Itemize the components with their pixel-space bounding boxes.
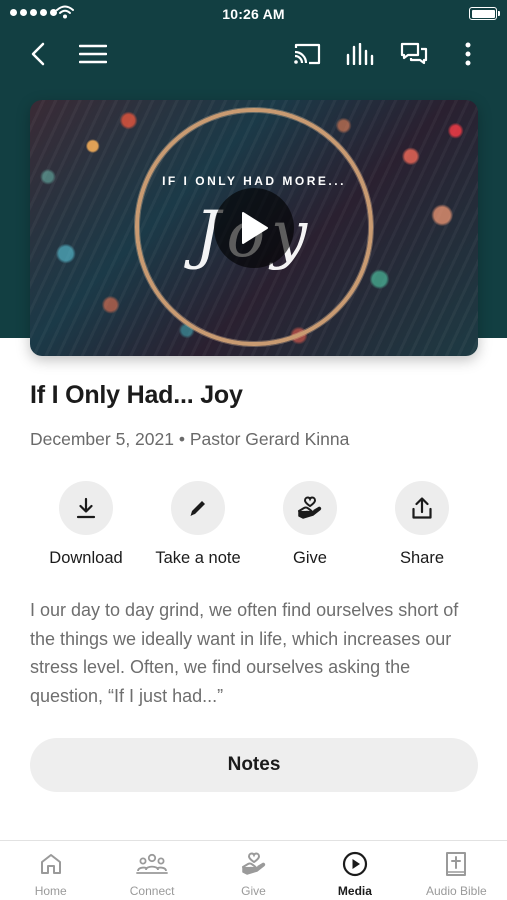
tab-audio-bible-label: Audio Bible: [425, 884, 487, 898]
more-button[interactable]: [450, 36, 486, 72]
tab-connect-label: Connect: [129, 884, 175, 898]
download-icon: [76, 497, 96, 519]
take-note-button-circle: [171, 481, 225, 535]
sermon-meta: December 5, 2021 • Pastor Gerard Kinna: [30, 429, 350, 449]
bible-icon: [446, 852, 467, 876]
status-time: 10:26 AM: [222, 6, 285, 22]
give-label: Give: [293, 549, 327, 567]
bottom-tab-bar: Home Connect Give Media Audio Bible: [0, 840, 507, 900]
take-note-label: Take a note: [155, 549, 241, 567]
action-row: Download Take a note Give Share: [30, 481, 478, 568]
cast-icon: [294, 43, 321, 65]
people-icon: [136, 853, 169, 874]
battery-icon: [469, 7, 500, 20]
download-label: Download: [49, 549, 123, 567]
audio-bars-icon: [346, 43, 374, 65]
more-vertical-icon: [465, 42, 471, 66]
tab-audio-bible[interactable]: Audio Bible: [406, 841, 507, 900]
download-button[interactable]: Download: [30, 481, 142, 568]
play-button[interactable]: [214, 188, 294, 268]
give-button[interactable]: Give: [254, 481, 366, 568]
tab-home-label: Home: [34, 884, 67, 898]
audio-button[interactable]: [342, 36, 378, 72]
share-button-circle: [395, 481, 449, 535]
play-circle-icon: [342, 851, 368, 877]
notes-button[interactable]: Notes: [30, 738, 478, 792]
sermon-video-thumbnail[interactable]: IF I ONLY HAD MORE... Joy: [30, 100, 478, 356]
tab-media-label: Media: [337, 884, 372, 898]
sermon-description: I our day to day grind, we often find ou…: [30, 600, 459, 706]
play-icon: [242, 212, 268, 244]
share-button[interactable]: Share: [366, 481, 478, 568]
share-label: Share: [399, 549, 445, 567]
tab-give-label: Give: [241, 884, 266, 898]
menu-icon: [79, 44, 107, 64]
give-hand-heart-icon: [298, 496, 322, 519]
give-button-circle: [283, 481, 337, 535]
hero-overlay-title: IF I ONLY HAD MORE...: [162, 174, 346, 188]
cast-button[interactable]: [289, 36, 325, 72]
menu-button[interactable]: [75, 36, 111, 72]
tab-media[interactable]: Media: [304, 841, 405, 900]
nav-bar: [0, 30, 507, 76]
back-icon: [31, 42, 45, 66]
status-bar: 10:26 AM: [0, 0, 507, 28]
give-hand-heart-icon: [241, 852, 265, 875]
back-button[interactable]: [20, 36, 56, 72]
tab-connect[interactable]: Connect: [101, 841, 202, 900]
tab-home[interactable]: Home: [0, 841, 101, 900]
share-icon: [412, 497, 432, 519]
chat-button[interactable]: [396, 36, 432, 72]
download-button-circle: [59, 481, 113, 535]
pencil-icon: [190, 501, 205, 516]
take-note-button[interactable]: Take a note: [142, 481, 254, 568]
home-icon: [40, 854, 61, 874]
chat-icon: [400, 42, 428, 65]
tab-give[interactable]: Give: [203, 841, 304, 900]
sermon-title: If I Only Had... Joy: [30, 381, 243, 409]
